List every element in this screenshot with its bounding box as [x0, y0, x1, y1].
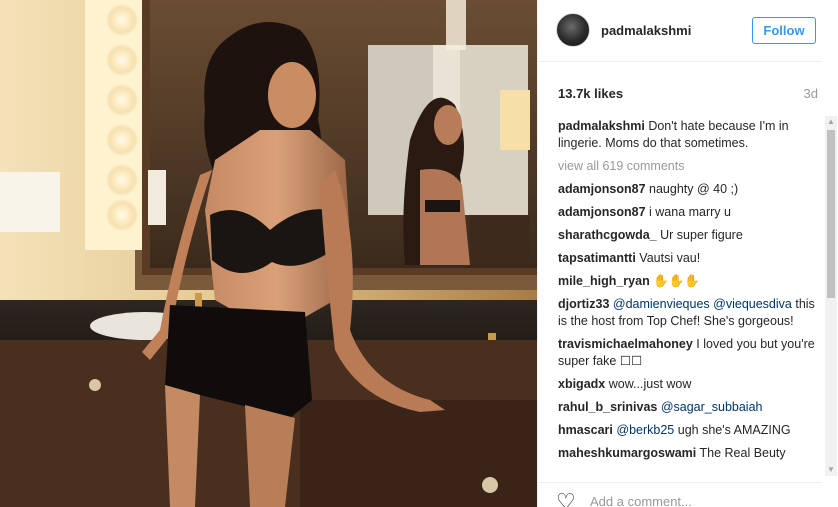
post-header: padmalakshmi Follow: [538, 0, 822, 62]
comment-mention[interactable]: @viequesdiva: [713, 297, 792, 311]
comments-scrollbar[interactable]: ▲ ▼: [825, 116, 837, 476]
comment-username[interactable]: rahul_b_srinivas: [558, 400, 657, 414]
comment-footer: ♡ Add a comment...: [538, 482, 822, 507]
comment-text: wow...just wow: [608, 377, 692, 391]
list-item: travismichaelmahoney I loved you but you…: [558, 336, 816, 370]
comment-mention[interactable]: @berkb25: [616, 423, 674, 437]
list-item: tapsatimantti Vautsi vau!: [558, 250, 816, 267]
list-item: hmascari @berkb25 ugh she's AMAZING: [558, 422, 816, 439]
view-all-comments-link[interactable]: view all 619 comments: [558, 158, 816, 175]
caption-username[interactable]: padmalakshmi: [558, 119, 645, 133]
list-item: sharathcgowda_ Ur super figure: [558, 227, 816, 244]
comment-text: The Real Beuty: [699, 446, 786, 460]
comment-text: Vautsi vau!: [639, 251, 701, 265]
scrollbar-thumb[interactable]: [827, 130, 835, 298]
comment-text: ugh she's AMAZING: [677, 423, 791, 437]
list-item: xbigadx wow...just wow: [558, 376, 816, 393]
scroll-down-arrow-icon[interactable]: ▼: [825, 464, 837, 476]
comment-mention[interactable]: @damienvieques: [613, 297, 710, 311]
caption: padmalakshmi Don't hate because I'm in l…: [558, 118, 816, 152]
add-comment-input[interactable]: Add a comment...: [590, 494, 692, 507]
comments-list[interactable]: padmalakshmi Don't hate because I'm in l…: [558, 118, 816, 480]
heart-outline-icon[interactable]: ♡: [556, 491, 576, 507]
comment-username[interactable]: xbigadx: [558, 377, 605, 391]
likes-row: 13.7k likes 3d: [538, 62, 822, 108]
comment-username[interactable]: maheshkumargoswami: [558, 446, 696, 460]
comment-username[interactable]: hmascari: [558, 423, 613, 437]
comment-text: naughty @ 40 ;): [649, 182, 739, 196]
comment-username[interactable]: djortiz33: [558, 297, 609, 311]
likes-count[interactable]: 13.7k likes: [558, 86, 623, 101]
list-item: maheshkumargoswami The Real Beuty: [558, 445, 816, 462]
post-photo[interactable]: [0, 0, 537, 507]
post-timestamp[interactable]: 3d: [804, 86, 818, 101]
comment-username[interactable]: adamjonson87: [558, 182, 646, 196]
follow-button[interactable]: Follow: [752, 17, 816, 44]
list-item: djortiz33 @damienvieques @viequesdiva th…: [558, 296, 816, 330]
list-item: adamjonson87 naughty @ 40 ;): [558, 181, 816, 198]
comment-text: ✋✋✋: [653, 274, 700, 288]
comment-username[interactable]: tapsatimantti: [558, 251, 636, 265]
comment-mention[interactable]: @sagar_subbaiah: [661, 400, 763, 414]
comment-username[interactable]: travismichaelmahoney: [558, 337, 693, 351]
comment-username[interactable]: adamjonson87: [558, 205, 646, 219]
list-item: rahul_b_srinivas @sagar_subbaiah: [558, 399, 816, 416]
scroll-up-arrow-icon[interactable]: ▲: [825, 116, 837, 128]
username-link[interactable]: padmalakshmi: [601, 23, 691, 38]
comment-username[interactable]: mile_high_ryan: [558, 274, 650, 288]
instagram-post-modal: padmalakshmi Follow 13.7k likes 3d padma…: [0, 0, 838, 507]
avatar[interactable]: [556, 13, 590, 47]
comment-text: Ur super figure: [660, 228, 743, 242]
list-item: adamjonson87 i wana marry u: [558, 204, 816, 221]
comment-username[interactable]: sharathcgowda_: [558, 228, 657, 242]
comment-text: i wana marry u: [649, 205, 731, 219]
list-item: mile_high_ryan ✋✋✋: [558, 273, 816, 290]
post-sidebar: padmalakshmi Follow 13.7k likes 3d padma…: [537, 0, 838, 507]
bathroom-selfie-image: [0, 0, 537, 507]
